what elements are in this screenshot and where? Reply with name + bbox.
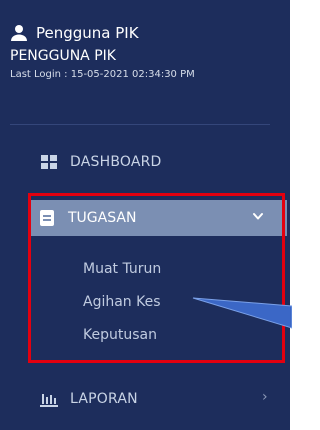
grid-icon (41, 155, 57, 169)
chevron-right-icon: › (262, 389, 268, 405)
chevron-down-icon (253, 213, 263, 220)
user-icon (11, 25, 27, 41)
submenu-item-keputusan[interactable]: Keputusan (83, 324, 157, 346)
sidebar-item-laporan[interactable]: LAPORAN › (40, 387, 280, 411)
user-name: Pengguna PIK (36, 24, 139, 42)
document-icon (40, 210, 54, 226)
sidebar-item-label: DASHBOARD (70, 154, 162, 170)
sidebar-item-label: TUGASAN (68, 210, 137, 226)
sidebar-item-label: LAPORAN (70, 391, 138, 407)
user-role: PENGGUNA PIK (10, 48, 116, 64)
user-row: Pengguna PIK (10, 22, 280, 44)
sidebar-item-tugasan[interactable]: TUGASAN (30, 200, 287, 236)
last-login: Last Login : 15-05-2021 02:34:30 PM (10, 69, 195, 80)
sidebar-item-dashboard[interactable]: DASHBOARD (40, 150, 162, 174)
submenu-item-agihan-kes[interactable]: Agihan Kes (83, 291, 161, 313)
bar-chart-icon (40, 394, 58, 407)
divider (10, 124, 270, 125)
tugasan-inner: TUGASAN (40, 200, 136, 236)
submenu-item-muat-turun[interactable]: Muat Turun (83, 258, 161, 280)
sidebar: Pengguna PIK PENGGUNA PIK Last Login : 1… (0, 0, 290, 430)
user-block: Pengguna PIK PENGGUNA PIK Last Login : 1… (10, 22, 280, 82)
